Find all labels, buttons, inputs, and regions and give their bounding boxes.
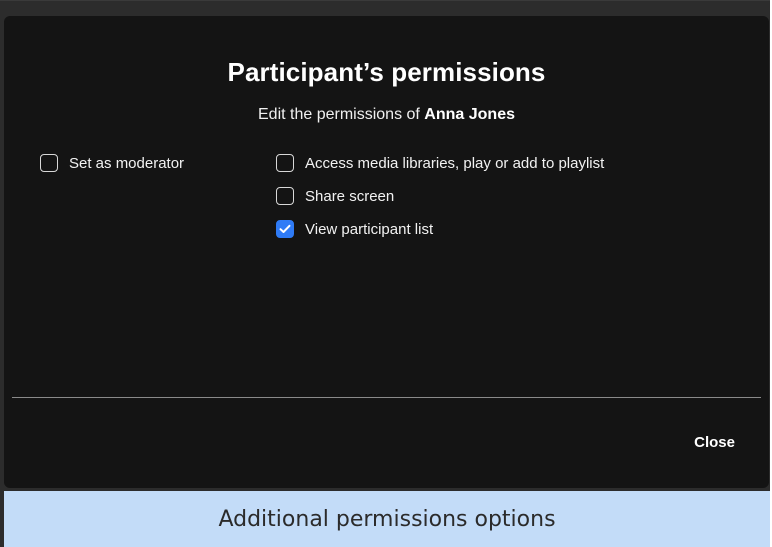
set-as-moderator-label: Set as moderator bbox=[69, 154, 185, 172]
option-view-participant-list[interactable]: View participant list bbox=[276, 217, 433, 241]
dialog-title: Participant’s permissions bbox=[227, 57, 546, 87]
option-share-screen[interactable]: Share screen bbox=[276, 184, 394, 208]
footer-divider bbox=[12, 397, 761, 398]
app-window: Participant’s permissions Edit the permi… bbox=[0, 0, 770, 547]
access-media-libraries-label: Access media libraries, play or add to p… bbox=[305, 154, 605, 172]
checkmark-icon bbox=[279, 224, 291, 233]
participant-name: Anna Jones bbox=[424, 106, 515, 123]
share-screen-label: Share screen bbox=[305, 187, 395, 205]
share-screen-checkbox[interactable] bbox=[276, 187, 294, 205]
option-access-media-libraries[interactable]: Access media libraries, play or add to p… bbox=[276, 151, 604, 175]
view-participant-list-checkbox[interactable] bbox=[276, 220, 294, 238]
caption-bar: Additional permissions options bbox=[4, 491, 770, 547]
close-button[interactable]: Close bbox=[694, 430, 735, 455]
permissions-dialog: Participant’s permissions Edit the permi… bbox=[4, 16, 769, 488]
dialog-subtitle: Edit the permissions of Anna Jones bbox=[4, 104, 769, 126]
subtitle-prefix: Edit the permissions of bbox=[258, 106, 425, 123]
option-set-as-moderator[interactable]: Set as moderator bbox=[40, 151, 184, 175]
access-media-libraries-checkbox[interactable] bbox=[276, 154, 294, 172]
set-as-moderator-checkbox[interactable] bbox=[40, 154, 58, 172]
view-participant-list-label: View participant list bbox=[305, 220, 434, 238]
